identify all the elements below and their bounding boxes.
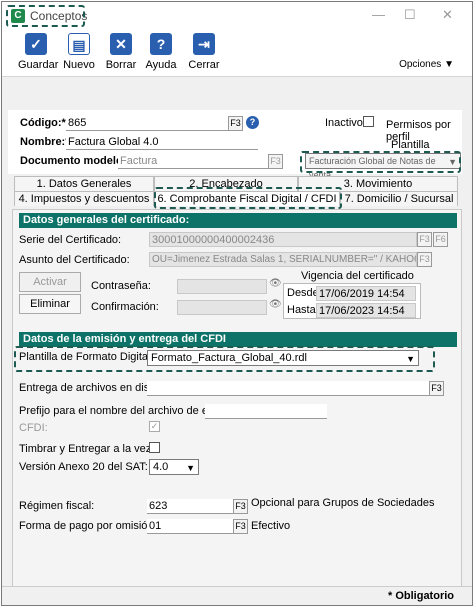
help-icon: ? [150, 33, 172, 55]
regimen-f3-button[interactable]: F3 [233, 499, 248, 514]
minimize-icon[interactable]: — [372, 7, 385, 22]
conceptos-window: C Conceptos — ☐ ✕ ✓ Guardar ▤ Nuevo ✕ Bo… [1, 1, 473, 606]
serie-f6-button[interactable]: F6 [433, 232, 448, 247]
prefijo-input[interactable] [205, 404, 327, 419]
hasta-value: 17/06/2023 14:54 [316, 303, 416, 318]
docmodelo-label: Documento modelo:* [20, 155, 131, 167]
codigo-f3-button[interactable]: F3 [228, 116, 243, 131]
borrar-label: Borrar [105, 59, 137, 71]
inactivo-checkbox[interactable] [363, 116, 374, 127]
timbrar-checkbox[interactable] [149, 442, 160, 453]
cfdi-checkbox[interactable]: ✓ [149, 421, 160, 432]
cerrar-button[interactable]: ⇥ Cerrar [186, 33, 222, 71]
contrasena-label: Contraseña: [91, 280, 151, 292]
docmodelo-f3-button[interactable]: F3 [268, 154, 283, 169]
ayuda-button[interactable]: ? Ayuda [143, 33, 179, 71]
cerrar-label: Cerrar [188, 59, 220, 71]
guardar-label: Guardar [18, 59, 59, 71]
opciones-menu[interactable]: Opciones ▼ [399, 59, 454, 70]
codigo-label: Código:* [20, 117, 66, 129]
vigencia-label: Vigencia del certificado [301, 270, 414, 282]
title-bar: C Conceptos — ☐ ✕ [2, 2, 472, 29]
toolbar: ✓ Guardar ▤ Nuevo ✕ Borrar ? Ayuda ⇥ Cer… [2, 29, 472, 77]
cert-section-title: Datos generales del certificado: [19, 213, 457, 228]
serie-label: Serie del Certificado: [19, 234, 122, 246]
desde-value: 17/06/2019 14:54 [316, 286, 416, 301]
timbrar-label: Timbrar y Entregar a la vez: [19, 443, 155, 455]
entrega-label: Entrega de archivos en disco: [19, 382, 164, 394]
version-label: Versión Anexo 20 del SAT: [19, 461, 148, 473]
cfdi-tab-content: Datos generales del certificado: Serie d… [12, 209, 462, 587]
inactivo-label: Inactivo: [325, 117, 366, 129]
formapago-input[interactable]: 01 [147, 519, 233, 534]
ayuda-label: Ayuda [145, 59, 177, 71]
show-confirmation-icon[interactable]: 👁 [269, 299, 282, 310]
nuevo-label: Nuevo [63, 59, 95, 71]
dropdown-arrow-icon: ▼ [186, 463, 195, 473]
tab-domicilio[interactable]: 7. Domicilio / Sucursal [340, 191, 458, 206]
cfdi-tab-highlight [154, 187, 342, 209]
plantilla-highlight [300, 151, 461, 173]
checkmark-icon: ✓ [25, 33, 47, 55]
status-bar: * Obligatorio [2, 586, 472, 605]
serie-f3-button[interactable]: F3 [417, 232, 432, 247]
serie-input: 30001000000400002436 [149, 232, 417, 247]
confirmacion-input[interactable] [177, 300, 267, 315]
nuevo-button[interactable]: ▤ Nuevo [61, 33, 97, 71]
regimen-desc: Opcional para Grupos de Sociedades [251, 497, 435, 509]
vigencia-box: Desde 17/06/2019 14:54 Hasta 17/06/2023 … [283, 283, 421, 319]
confirmacion-label: Confirmación: [91, 301, 159, 313]
exit-icon: ⇥ [193, 33, 215, 55]
codigo-input[interactable]: 865 [66, 116, 228, 131]
obligatorio-note: * Obligatorio [388, 590, 454, 602]
eliminar-button[interactable]: Eliminar [19, 294, 81, 314]
show-password-icon[interactable]: 👁 [269, 278, 282, 289]
plantilla-formato-highlight [14, 346, 435, 372]
version-select[interactable]: 4.0 ▼ [149, 459, 199, 475]
new-document-icon: ▤ [68, 33, 90, 55]
entrega-input[interactable] [147, 381, 429, 396]
version-value: 4.0 [153, 461, 169, 473]
nombre-label: Nombre:* [20, 136, 70, 148]
contrasena-input[interactable] [177, 279, 267, 294]
delete-x-icon: ✕ [110, 33, 132, 55]
maximize-icon[interactable]: ☐ [404, 7, 416, 23]
info-help-icon[interactable]: ? [246, 116, 259, 129]
activar-button[interactable]: Activar [19, 272, 81, 292]
title-highlight [6, 5, 85, 27]
borrar-button[interactable]: ✕ Borrar [103, 33, 139, 71]
regimen-label: Régimen fiscal: [19, 500, 95, 512]
hasta-label: Hasta [287, 304, 316, 316]
nombre-input[interactable]: Factura Global 4.0 [66, 135, 258, 150]
docmodelo-input[interactable]: Factura [118, 154, 268, 169]
regimen-input[interactable]: 623 [147, 499, 233, 514]
chevron-down-icon: ▼ [444, 59, 454, 70]
entrega-f3-button[interactable]: F3 [429, 381, 444, 396]
opciones-label: Opciones [399, 59, 442, 70]
guardar-button[interactable]: ✓ Guardar [18, 33, 59, 71]
asunto-f3-button[interactable]: F3 [417, 252, 432, 267]
emision-section-title: Datos de la emisión y entrega del CFDI [19, 332, 457, 347]
desde-label: Desde [287, 287, 319, 299]
asunto-input: OU=Jimenez Estrada Salas 1, SERIALNUMBER… [149, 252, 417, 267]
close-icon[interactable]: ✕ [442, 7, 453, 23]
cfdi-label: CFDI: [19, 422, 48, 434]
asunto-label: Asunto del Certificado: [19, 254, 130, 266]
formapago-f3-button[interactable]: F3 [233, 519, 248, 534]
formapago-desc: Efectivo [251, 520, 291, 532]
tab-impuestos[interactable]: 4. Impuestos y descuentos [14, 191, 154, 206]
tab-datos-generales[interactable]: 1. Datos Generales [14, 176, 154, 191]
formapago-label: Forma de pago por omisión: [19, 520, 157, 532]
